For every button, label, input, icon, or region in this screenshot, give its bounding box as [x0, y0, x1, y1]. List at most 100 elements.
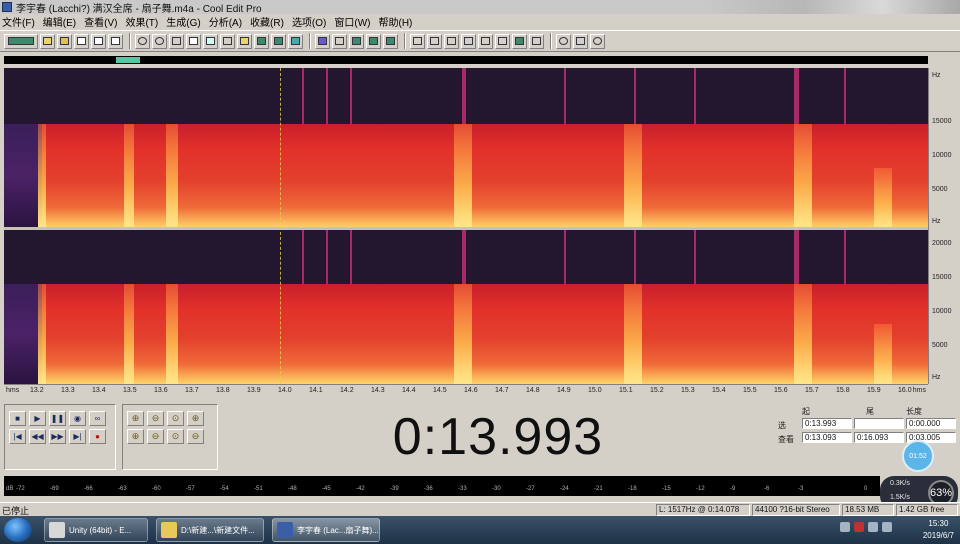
settings-check-icon[interactable]	[573, 33, 588, 49]
playlist-icon[interactable]	[495, 33, 510, 49]
time-ruler[interactable]: hms 13.2 13.3 13.4 13.5 13.6 13.7 13.8 1…	[4, 384, 928, 398]
close-file-icon[interactable]	[108, 33, 123, 49]
copy-new-icon[interactable]	[203, 33, 218, 49]
spectral-spike	[326, 68, 328, 124]
cd-icon[interactable]	[556, 33, 571, 49]
floating-timer-badge[interactable]: 01:52	[902, 440, 934, 472]
menu-edit[interactable]: 编辑(E)	[43, 14, 76, 29]
go-to-end-button[interactable]: ▶|	[69, 429, 86, 444]
transient-burst	[124, 284, 134, 384]
open-folder-icon[interactable]	[57, 33, 72, 49]
paste-new-icon[interactable]	[254, 33, 269, 49]
status-bar: 已停止 L: 1517Hz @ 0:14.078 44100 ?16-bit S…	[0, 502, 960, 516]
overview-bar[interactable]	[4, 56, 928, 64]
spectral-spike	[302, 68, 304, 124]
playback-cursor[interactable]	[280, 68, 281, 384]
zoom-out-vertical-icon[interactable]: ⊖	[187, 429, 204, 444]
tray-volume-icon[interactable]	[882, 522, 892, 532]
trim-icon[interactable]	[288, 33, 303, 49]
play-button[interactable]: ▶	[29, 411, 46, 426]
selection-end-field[interactable]	[854, 418, 904, 429]
menu-file[interactable]: 文件(F)	[2, 14, 35, 29]
cue-list-icon[interactable]	[383, 33, 398, 49]
zoom-right-icon[interactable]: ⊖	[147, 429, 164, 444]
overview-view-range[interactable]	[116, 57, 140, 63]
cut-icon[interactable]	[220, 33, 235, 49]
menu-favorites[interactable]: 收藏(R)	[250, 14, 284, 29]
tray-arrow-icon[interactable]	[840, 522, 850, 532]
loop-button[interactable]: ∞	[89, 411, 106, 426]
settings-icon[interactable]	[529, 33, 544, 49]
zoom-panel: ⊕ ⊖ ⊙ ⊕ ⊕ ⊖ ⊙ ⊖	[122, 404, 218, 470]
multitrack-toggle-button[interactable]	[4, 33, 38, 49]
channel-right[interactable]	[4, 230, 928, 384]
app-icon	[2, 2, 12, 12]
save-as-icon[interactable]	[91, 33, 106, 49]
rewind-button[interactable]: ◀◀	[29, 429, 46, 444]
selection-start-field[interactable]: 0:13.993	[802, 418, 852, 429]
save-icon[interactable]	[74, 33, 89, 49]
zoom-in-vertical-icon[interactable]: ⊕	[187, 411, 204, 426]
play-to-end-button[interactable]: ◉	[69, 411, 86, 426]
show-frequency-icon[interactable]	[410, 33, 425, 49]
time-label: 15.8	[836, 387, 850, 394]
zoom-out-horizontal-icon[interactable]: ⊖	[147, 411, 164, 426]
taskbar-item-unity[interactable]: Unity (64bit) - E...	[44, 518, 148, 542]
menu-help[interactable]: 帮助(H)	[379, 14, 413, 29]
grid-icon[interactable]	[366, 33, 381, 49]
menu-options[interactable]: 选项(O)	[292, 14, 326, 29]
time-label: 15.2	[650, 387, 664, 394]
selection-length-field[interactable]: 0:00.000	[906, 418, 956, 429]
fast-forward-button[interactable]: ▶▶	[49, 429, 66, 444]
time-label: 13.2	[30, 387, 44, 394]
meter-label: -48	[288, 486, 297, 492]
undo-icon[interactable]	[135, 33, 150, 49]
help-icon[interactable]	[590, 33, 605, 49]
taskbar-item-cool-edit[interactable]: 李宇春 (Lac...扇子舞)...	[272, 518, 380, 542]
menu-window[interactable]: 窗口(W)	[334, 14, 370, 29]
info-icon[interactable]	[512, 33, 527, 49]
statistics-icon[interactable]	[444, 33, 459, 49]
mix-paste-icon[interactable]	[271, 33, 286, 49]
tray-network-icon[interactable]	[868, 522, 878, 532]
meter-label: -39	[390, 486, 399, 492]
menu-view[interactable]: 查看(V)	[84, 14, 117, 29]
taskbar-item-label: 李宇春 (Lac...扇子舞)...	[297, 525, 379, 535]
waveform-view-icon[interactable]	[315, 33, 330, 49]
meter-label: -12	[696, 486, 705, 492]
zoom-left-icon[interactable]: ⊕	[127, 429, 144, 444]
pause-button[interactable]: ❚❚	[49, 411, 66, 426]
time-label: 13.6	[154, 387, 168, 394]
status-cursor-info: L: 1517Hz @ 0:14.078	[656, 504, 750, 516]
start-button[interactable]	[4, 518, 32, 542]
zoom-in-horizontal-icon[interactable]: ⊕	[127, 411, 144, 426]
zoom-full-icon[interactable]: ⊙	[167, 411, 184, 426]
menu-generate[interactable]: 生成(G)	[166, 14, 200, 29]
frequency-analysis-icon[interactable]	[427, 33, 442, 49]
repeat-icon[interactable]	[169, 33, 184, 49]
scripts-icon[interactable]	[461, 33, 476, 49]
menu-analyze[interactable]: 分析(A)	[209, 14, 242, 29]
copy-icon[interactable]	[186, 33, 201, 49]
transient-burst	[874, 324, 892, 384]
spectral-view[interactable]	[4, 68, 928, 384]
taskbar-item-explorer[interactable]: D:\新建...\新建文件...	[156, 518, 264, 542]
view-end-field[interactable]: 0:16.093	[854, 432, 904, 443]
spectral-view-icon[interactable]	[332, 33, 347, 49]
record-button[interactable]: ●	[89, 429, 106, 444]
view-start-field[interactable]: 0:13.093	[802, 432, 852, 443]
clock[interactable]: 15:30 2019/6/7	[923, 518, 954, 542]
menu-effects[interactable]: 效果(T)	[125, 14, 158, 29]
channel-left[interactable]	[4, 68, 928, 228]
snap-icon[interactable]	[349, 33, 364, 49]
zoom-selection-icon[interactable]: ⊙	[167, 429, 184, 444]
go-to-start-button[interactable]: |◀	[9, 429, 26, 444]
stop-button[interactable]: ■	[9, 411, 26, 426]
meter-label: -57	[186, 486, 195, 492]
spectral-spike	[350, 68, 352, 124]
paste-icon[interactable]	[237, 33, 252, 49]
tray-ime-icon[interactable]	[854, 522, 864, 532]
new-file-icon[interactable]	[40, 33, 55, 49]
redo-icon[interactable]	[152, 33, 167, 49]
batch-icon[interactable]	[478, 33, 493, 49]
